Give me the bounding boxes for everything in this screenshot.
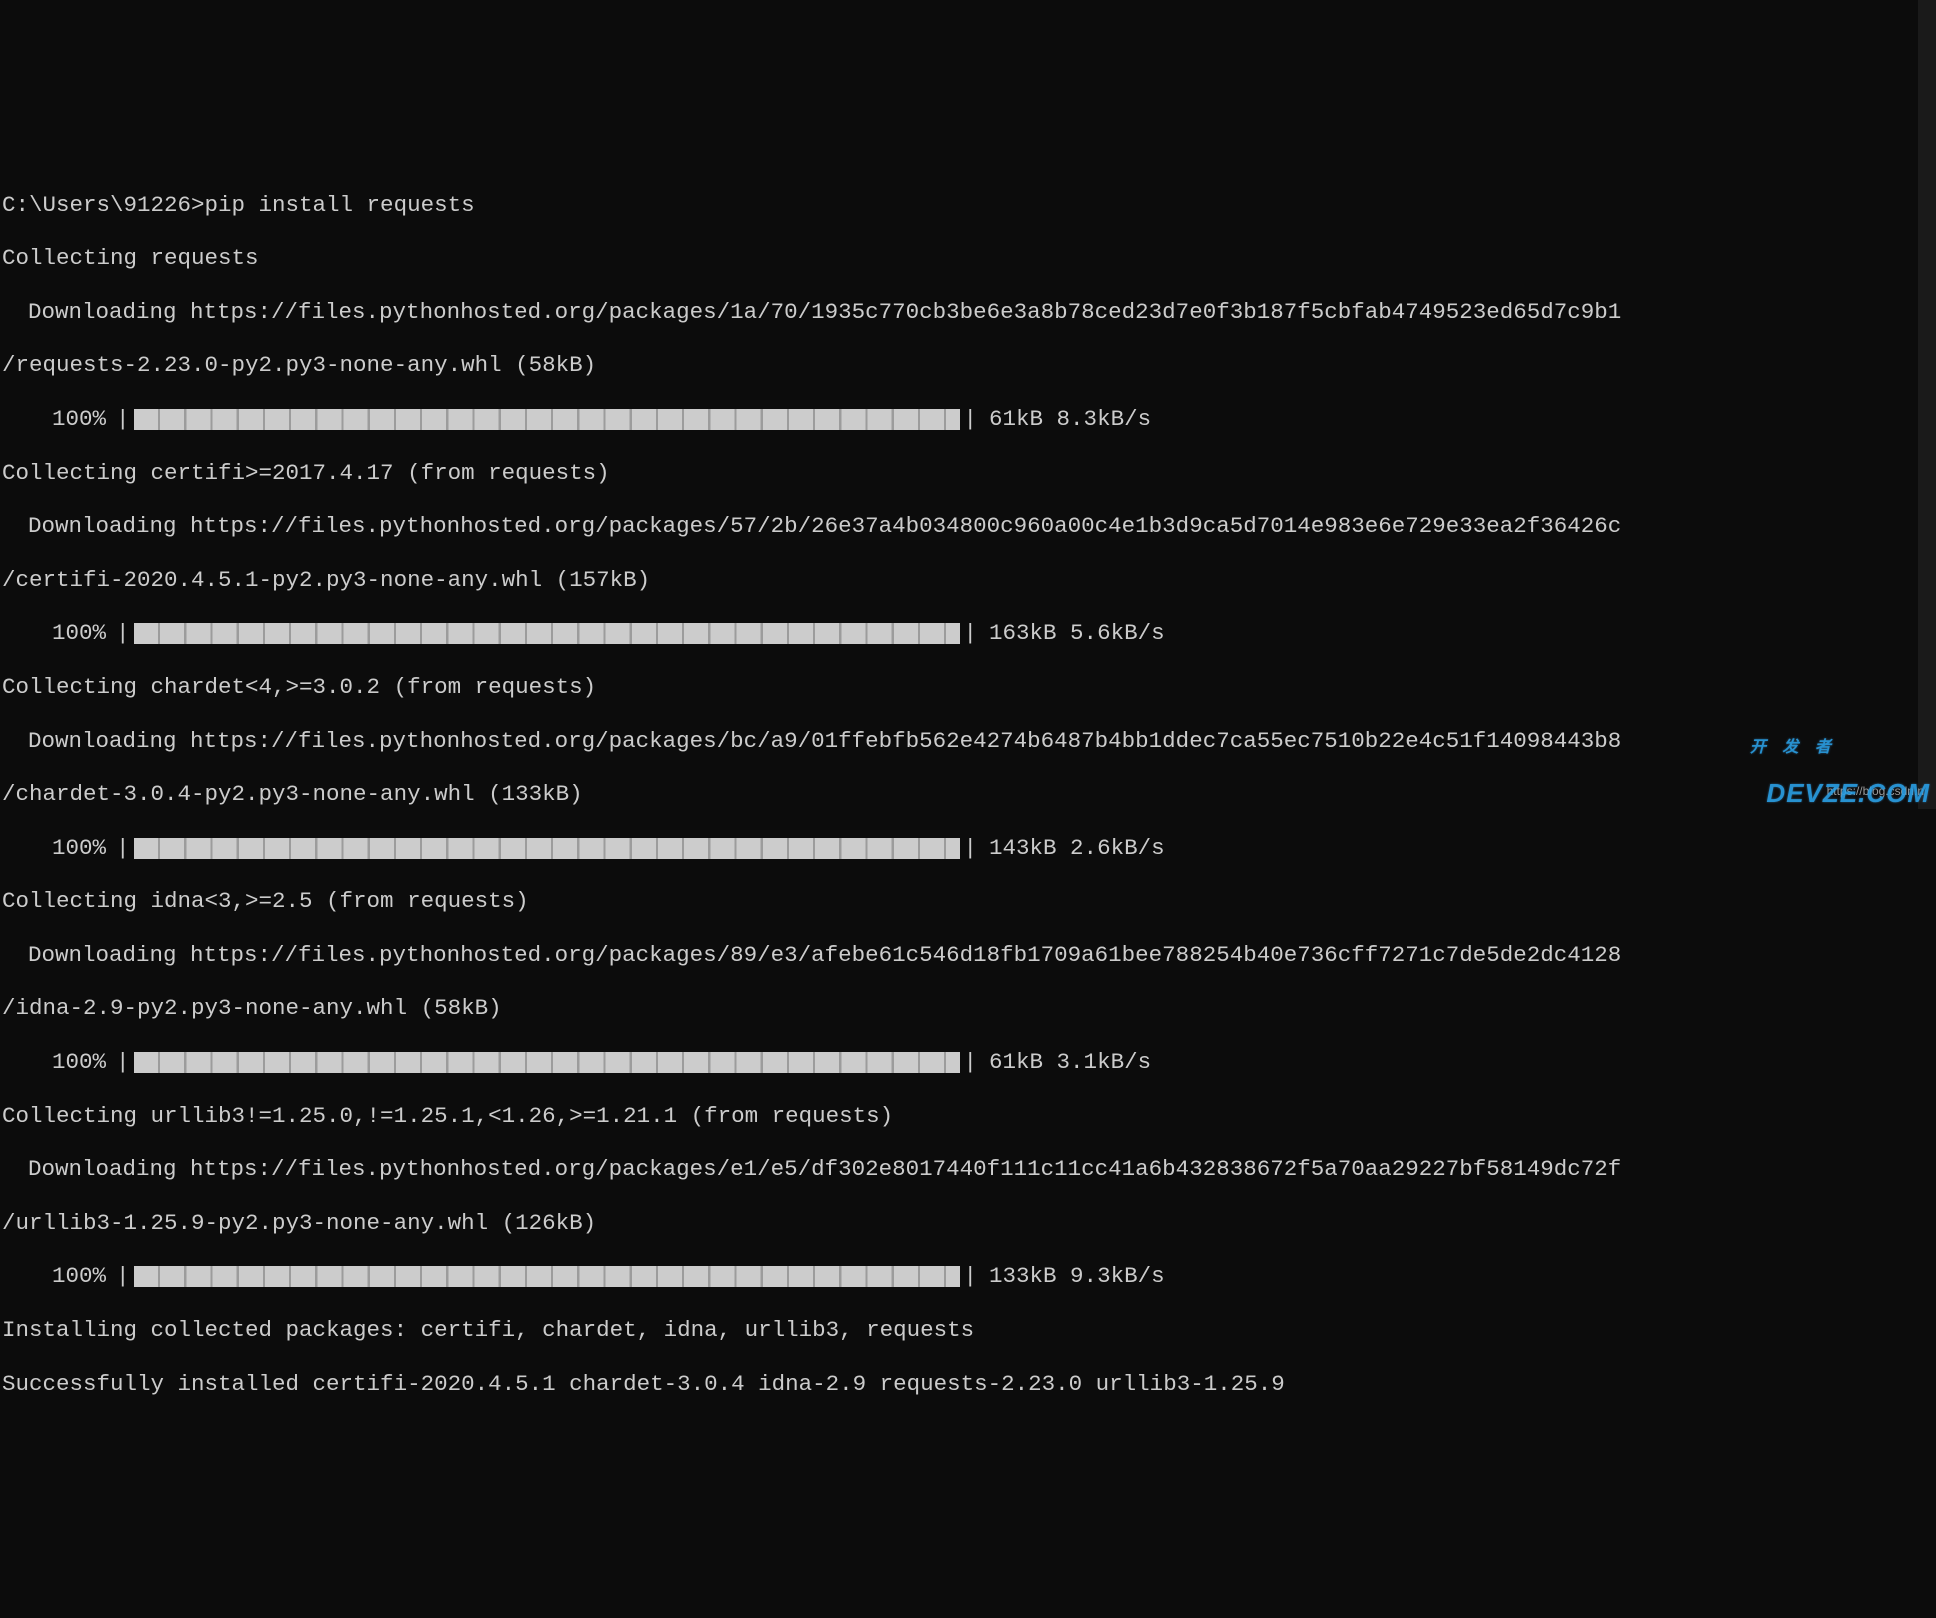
progress-bar [134, 838, 960, 859]
progress-line-idna: 100% || 61kB 3.1kB/s [2, 1049, 1936, 1076]
progress-percent: 100% [52, 406, 106, 433]
progress-stats: 143kB 2.6kB/s [989, 835, 1165, 862]
download-line: Downloading https://files.pythonhosted.o… [2, 728, 1936, 755]
progress-line-urllib3: 100% || 133kB 9.3kB/s [2, 1263, 1936, 1290]
progress-bar [134, 1266, 960, 1287]
download-line-cont: /urllib3-1.25.9-py2.py3-none-any.whl (12… [2, 1210, 1936, 1237]
progress-percent: 100% [52, 1049, 106, 1076]
download-line-cont: /requests-2.23.0-py2.py3-none-any.whl (5… [2, 352, 1936, 379]
progress-bar [134, 623, 960, 644]
collecting-line: Collecting chardet<4,>=3.0.2 (from reque… [2, 674, 1936, 701]
download-line: Downloading https://files.pythonhosted.o… [2, 299, 1936, 326]
collecting-line: Collecting urllib3!=1.25.0,!=1.25.1,<1.2… [2, 1103, 1936, 1130]
watermark-bottom: DEVZE.COM [1766, 778, 1930, 808]
progress-percent: 100% [52, 835, 106, 862]
download-line: Downloading https://files.pythonhosted.o… [2, 513, 1936, 540]
download-line-cont: /certifi-2020.4.5.1-py2.py3-none-any.whl… [2, 567, 1936, 594]
progress-line-certifi: 100% || 163kB 5.6kB/s [2, 620, 1936, 647]
collecting-line: Collecting requests [2, 245, 1936, 272]
progress-bar [134, 1052, 960, 1073]
progress-stats: 61kB 3.1kB/s [989, 1049, 1151, 1076]
progress-bar [134, 409, 960, 430]
progress-percent: 100% [52, 1263, 106, 1290]
terminal-output: C:\Users\91226>pip install requests Coll… [0, 161, 1936, 1424]
installing-line: Installing collected packages: certifi, … [2, 1317, 1936, 1344]
collecting-line: Collecting certifi>=2017.4.17 (from requ… [2, 460, 1936, 487]
progress-stats: 163kB 5.6kB/s [989, 620, 1165, 647]
progress-line-chardet: 100% || 143kB 2.6kB/s [2, 835, 1936, 862]
download-line: Downloading https://files.pythonhosted.o… [2, 942, 1936, 969]
prompt-line: C:\Users\91226>pip install requests [2, 192, 1936, 219]
download-line-cont: /idna-2.9-py2.py3-none-any.whl (58kB) [2, 995, 1936, 1022]
progress-stats: 61kB 8.3kB/s [989, 406, 1151, 433]
progress-line-requests: 100% || 61kB 8.3kB/s [2, 406, 1936, 433]
download-line-cont: /chardet-3.0.4-py2.py3-none-any.whl (133… [2, 781, 1936, 808]
collecting-line: Collecting idna<3,>=2.5 (from requests) [2, 888, 1936, 915]
download-line: Downloading https://files.pythonhosted.o… [2, 1156, 1936, 1183]
progress-stats: 133kB 9.3kB/s [989, 1263, 1165, 1290]
success-line: Successfully installed certifi-2020.4.5.… [2, 1371, 1936, 1398]
watermark-top: 开 发 者 [1750, 741, 1930, 755]
progress-percent: 100% [52, 620, 106, 647]
watermark-logo: 开 发 者 DEVZE.COM [1750, 688, 1930, 807]
